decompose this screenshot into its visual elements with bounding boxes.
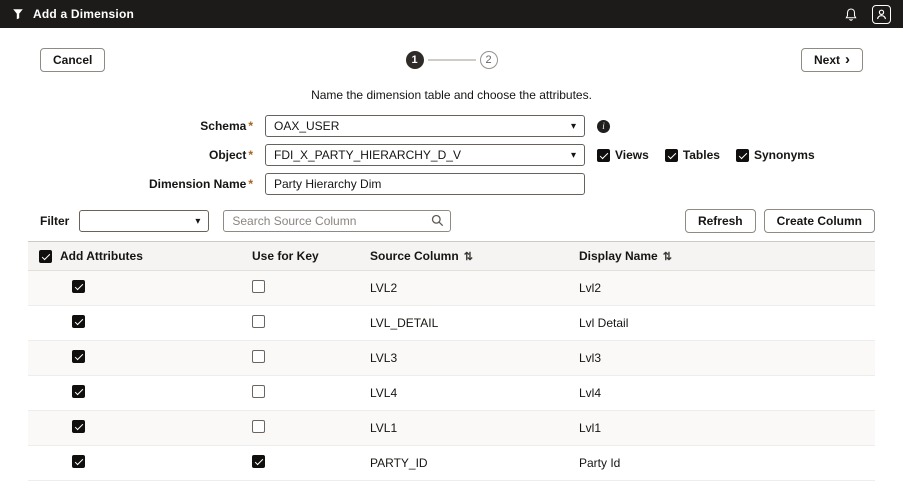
search-source-column-input[interactable] <box>223 210 451 232</box>
tables-label: Tables <box>683 148 720 162</box>
row-add-attribute-checkbox[interactable] <box>72 420 85 433</box>
row-source-column: LVL4 <box>370 386 579 400</box>
search-icon <box>431 214 444 230</box>
row-add-attribute-checkbox[interactable] <box>72 315 85 328</box>
table-row: LVL_DETAIL Lvl Detail <box>28 306 875 341</box>
row-display-name: Party Id <box>579 456 875 470</box>
row-add-attribute-checkbox[interactable] <box>72 385 85 398</box>
source-column-header: Source Column <box>370 249 459 263</box>
table-toolbar: Filter ▾ Refresh Create Column <box>28 209 875 233</box>
table-row: LVL3 Lvl3 <box>28 341 875 376</box>
synonyms-label: Synonyms <box>754 148 815 162</box>
views-filter: Views <box>597 148 649 162</box>
views-checkbox[interactable] <box>597 149 610 162</box>
user-avatar[interactable] <box>872 5 891 24</box>
row-display-name: Lvl2 <box>579 281 875 295</box>
sort-icon[interactable]: ⇅ <box>663 250 672 263</box>
filter-select[interactable]: ▾ <box>79 210 209 232</box>
refresh-button[interactable]: Refresh <box>685 209 756 233</box>
row-use-for-key-checkbox[interactable] <box>252 315 265 328</box>
object-label: Object* <box>0 148 265 162</box>
info-icon[interactable]: i <box>597 120 610 133</box>
search-wrap <box>223 210 451 232</box>
object-type-filters: Views Tables Synonyms <box>597 148 815 162</box>
wizard-steps: 1 2 <box>406 51 498 69</box>
create-column-button[interactable]: Create Column <box>764 209 875 233</box>
row-display-name: Lvl4 <box>579 386 875 400</box>
row-use-for-key-checkbox[interactable] <box>252 385 265 398</box>
notifications-bell-icon[interactable] <box>844 7 858 22</box>
table-row: LVL1 Lvl1 <box>28 411 875 446</box>
row-use-for-key-checkbox[interactable] <box>252 280 265 293</box>
tables-filter: Tables <box>665 148 720 162</box>
dimension-name-input[interactable] <box>265 173 585 195</box>
row-use-for-key-checkbox[interactable] <box>252 350 265 363</box>
row-source-column: LVL_DETAIL <box>370 316 579 330</box>
next-button[interactable]: Next › <box>801 48 863 72</box>
schema-row: Schema* OAX_USER ▾ i <box>0 115 903 137</box>
table-body: LVL2 Lvl2 LVL_DETAIL Lvl Detail LVL3 Lvl… <box>28 271 875 481</box>
tables-checkbox[interactable] <box>665 149 678 162</box>
row-source-column: LVL1 <box>370 421 579 435</box>
required-marker: * <box>248 177 253 191</box>
chevron-down-icon: ▾ <box>195 216 200 227</box>
schema-select-value: OAX_USER <box>274 119 339 133</box>
cancel-button[interactable]: Cancel <box>40 48 105 72</box>
select-all-checkbox[interactable] <box>39 250 52 263</box>
row-display-name: Lvl3 <box>579 351 875 365</box>
object-select[interactable]: FDI_X_PARTY_HIERARCHY_D_V ▾ <box>265 144 585 166</box>
sort-icon[interactable]: ⇅ <box>464 250 473 263</box>
filter-label: Filter <box>40 214 69 228</box>
synonyms-checkbox[interactable] <box>736 149 749 162</box>
instruction-text: Name the dimension table and choose the … <box>0 88 903 103</box>
dimension-name-label: Dimension Name* <box>0 177 265 191</box>
table-row: PARTY_ID Party Id <box>28 446 875 481</box>
next-button-label: Next <box>814 53 840 67</box>
row-add-attribute-checkbox[interactable] <box>72 455 85 468</box>
synonyms-filter: Synonyms <box>736 148 815 162</box>
dimension-form: Schema* OAX_USER ▾ i Object* FDI_X_PARTY… <box>0 115 903 195</box>
use-for-key-header: Use for Key <box>252 249 370 263</box>
required-marker: * <box>248 119 253 133</box>
wizard-step-2[interactable]: 2 <box>480 51 498 69</box>
schema-select[interactable]: OAX_USER ▾ <box>265 115 585 137</box>
object-select-value: FDI_X_PARTY_HIERARCHY_D_V <box>274 148 461 162</box>
chevron-down-icon: ▾ <box>571 121 576 132</box>
object-row: Object* FDI_X_PARTY_HIERARCHY_D_V ▾ View… <box>0 144 903 166</box>
add-attributes-header: Add Attributes <box>60 249 143 263</box>
wizard-bar: Cancel 1 2 Next › <box>0 48 903 72</box>
dimension-name-row: Dimension Name* <box>0 173 903 195</box>
app-logo-icon <box>12 8 24 20</box>
row-source-column: PARTY_ID <box>370 456 579 470</box>
display-name-header: Display Name <box>579 249 658 263</box>
required-marker: * <box>248 148 253 162</box>
table-header-row: Add Attributes Use for Key Source Column… <box>28 241 875 271</box>
row-use-for-key-checkbox[interactable] <box>252 455 265 468</box>
row-use-for-key-checkbox[interactable] <box>252 420 265 433</box>
schema-label: Schema* <box>0 119 265 133</box>
attributes-table: Add Attributes Use for Key Source Column… <box>28 241 875 481</box>
row-source-column: LVL3 <box>370 351 579 365</box>
wizard-step-1[interactable]: 1 <box>406 51 424 69</box>
table-row: LVL4 Lvl4 <box>28 376 875 411</box>
row-display-name: Lvl Detail <box>579 316 875 330</box>
views-label: Views <box>615 148 649 162</box>
table-row: LVL2 Lvl2 <box>28 271 875 306</box>
row-add-attribute-checkbox[interactable] <box>72 280 85 293</box>
top-bar: Add a Dimension <box>0 0 903 28</box>
chevron-down-icon: ▾ <box>571 150 576 161</box>
chevron-right-icon: › <box>845 52 850 67</box>
page-title: Add a Dimension <box>33 7 134 21</box>
wizard-step-connector <box>428 59 476 61</box>
row-source-column: LVL2 <box>370 281 579 295</box>
row-display-name: Lvl1 <box>579 421 875 435</box>
row-add-attribute-checkbox[interactable] <box>72 350 85 363</box>
